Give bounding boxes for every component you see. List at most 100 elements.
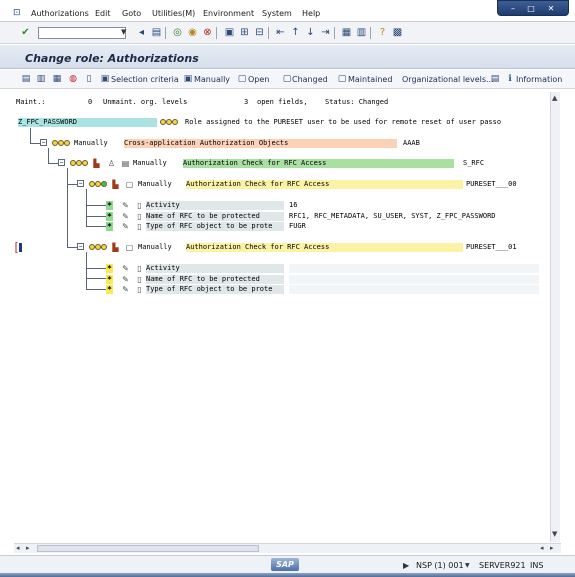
maximize-icon[interactable]: □ [524, 3, 538, 14]
object-text[interactable]: Authorization Check for RFC Access [183, 159, 454, 168]
help-icon[interactable]: ? [377, 27, 388, 38]
authorization-1-maintain-icon[interactable]: ▙ [111, 180, 120, 189]
horizontal-scroll-thumb[interactable] [37, 545, 259, 552]
scroll-down-icon[interactable]: ▼ [552, 530, 557, 538]
back-to-start-icon[interactable]: ◂ [136, 27, 147, 38]
authorization-1-text[interactable]: Authorization Check for RFC Access [186, 180, 463, 189]
selection-criteria-button[interactable]: Selection criteria [111, 75, 179, 84]
layout-menu-icon[interactable]: ▩ [392, 27, 403, 38]
authorization-2-copy-icon[interactable]: ▢ [125, 243, 134, 252]
open-fields-label: open fields, [257, 98, 308, 106]
delete-field-icon[interactable]: ▯ [135, 264, 144, 273]
object-traffic-light-icon [70, 159, 89, 167]
changed-button[interactable]: Changed [292, 75, 328, 84]
delete-field-icon[interactable]: ▯ [135, 222, 144, 231]
first-page-icon[interactable]: ⇤ [275, 27, 286, 38]
find-next-icon[interactable]: ⊟ [254, 27, 265, 38]
technical-names-icon[interactable]: ◍ [68, 74, 78, 84]
object-user-icon[interactable]: ♙ [107, 159, 116, 168]
collapse-all-icon[interactable]: ▥ [36, 74, 46, 84]
scroll-right-small-icon[interactable]: ▸ [26, 544, 30, 552]
object-maintain-icon[interactable]: ▙ [92, 159, 101, 168]
menu-environment[interactable]: Environment [203, 9, 254, 18]
text-cursor [15, 241, 25, 254]
edit-pencil-icon[interactable]: ✎ [121, 201, 130, 210]
minimize-icon[interactable]: – [506, 3, 520, 14]
menu-bar: ⊡ Authorizations Edit Goto Utilities(M) … [0, 0, 575, 22]
command-history-dropdown-icon[interactable]: ▼ [121, 28, 126, 36]
edit-pencil-icon[interactable]: ✎ [121, 285, 130, 294]
org-levels-button[interactable]: Organizational levels... [402, 75, 494, 84]
information-button[interactable]: Information [516, 75, 562, 84]
previous-page-icon[interactable]: ↑ [290, 27, 301, 38]
last-page-icon[interactable]: ⇥ [320, 27, 331, 38]
edit-pencil-icon[interactable]: ✎ [121, 222, 130, 231]
role-name[interactable]: Z_FPC_PASSWORD [18, 118, 157, 127]
print-icon[interactable]: ▣ [224, 27, 235, 38]
system-info[interactable]: NSP (1) 001 [416, 561, 464, 570]
scroll-up-icon[interactable]: ▲ [552, 94, 557, 102]
menu-help[interactable]: Help [302, 9, 320, 18]
display-icon[interactable]: ▦ [52, 74, 62, 84]
system-info-dropdown-icon[interactable]: ▼ [465, 562, 470, 569]
edit-pencil-icon[interactable]: ✎ [121, 275, 130, 284]
field-value[interactable] [289, 264, 539, 273]
command-field[interactable] [38, 27, 126, 39]
field-value[interactable]: RFC1, RFC_METADATA, SU_USER, SYST, Z_FPC… [289, 212, 496, 221]
vertical-scrollbar[interactable]: ▲ ▼ [550, 92, 560, 542]
selection-criteria-icon[interactable]: ▣ [100, 74, 110, 84]
scroll-left-end-icon[interactable]: ◂ [540, 544, 544, 552]
changed-icon[interactable]: ▢ [282, 74, 292, 84]
manually-icon[interactable]: ▣ [183, 74, 193, 84]
expand-all-icon[interactable]: ▤ [21, 74, 31, 84]
delete-field-icon[interactable]: ▯ [135, 275, 144, 284]
maintained-icon[interactable]: ▢ [337, 74, 347, 84]
delete-field-icon[interactable]: ▯ [135, 212, 144, 221]
create-session-icon[interactable]: ▦ [341, 27, 352, 38]
manually-button[interactable]: Manually [194, 75, 230, 84]
shortcut-icon[interactable]: ▥ [356, 27, 367, 38]
close-icon[interactable]: ✕ [544, 3, 558, 14]
open-icon[interactable]: ▢ [237, 74, 247, 84]
open-button[interactable]: Open [248, 75, 269, 84]
collapse-authorization-2-icon[interactable]: − [77, 243, 84, 250]
find-icon[interactable]: ⊞ [239, 27, 250, 38]
menu-authorizations[interactable]: Authorizations [31, 9, 89, 18]
delete-field-icon[interactable]: ▯ [135, 285, 144, 294]
collapse-authorization-1-icon[interactable]: − [77, 180, 84, 187]
menu-utilities[interactable]: Utilities(M) [152, 9, 195, 18]
org-levels-icon[interactable]: ▤ [490, 74, 500, 84]
sap-menu-icon[interactable]: ⊡ [13, 8, 21, 18]
enter-icon[interactable]: ✔ [20, 27, 31, 38]
information-icon[interactable]: ℹ [505, 74, 515, 84]
field-value[interactable]: FUGR [289, 222, 306, 231]
menu-system[interactable]: System [262, 9, 292, 18]
field-value[interactable]: 16 [289, 201, 297, 210]
next-page-icon[interactable]: ↓ [305, 27, 316, 38]
field-value[interactable] [289, 285, 539, 294]
field-status-star-icon: * [106, 275, 113, 284]
scroll-left-icon[interactable]: ◂ [16, 544, 20, 552]
authorization-2-text[interactable]: Authorization Check for RFC Access [186, 243, 463, 252]
field-value[interactable] [289, 275, 539, 284]
edit-pencil-icon[interactable]: ✎ [121, 212, 130, 221]
object-code: S_RFC [463, 159, 485, 167]
edit-pencil-icon[interactable]: ✎ [121, 264, 130, 273]
status-expand-icon[interactable]: ▶ [403, 561, 409, 570]
delete-field-icon[interactable]: ▯ [135, 201, 144, 210]
collapse-class-icon[interactable]: − [40, 139, 47, 146]
delete-icon[interactable]: ▯ [84, 74, 94, 84]
menu-edit[interactable]: Edit [95, 9, 111, 18]
exit-icon[interactable]: ◉ [187, 27, 198, 38]
scroll-right-icon[interactable]: ▸ [550, 544, 554, 552]
back-icon[interactable]: ◎ [172, 27, 183, 38]
menu-goto[interactable]: Goto [122, 9, 141, 18]
authorization-1-copy-icon[interactable]: ▢ [125, 180, 134, 189]
save-icon[interactable]: ▤ [151, 27, 162, 38]
cancel-icon[interactable]: ⊗ [202, 27, 213, 38]
object-docu-icon[interactable]: ▤ [121, 159, 130, 168]
collapse-object-icon[interactable]: − [58, 159, 65, 166]
class-text[interactable]: Cross-application Authorization Objects [124, 139, 397, 148]
authorization-2-maintain-icon[interactable]: ▙ [111, 243, 120, 252]
maintained-button[interactable]: Maintained [348, 75, 392, 84]
